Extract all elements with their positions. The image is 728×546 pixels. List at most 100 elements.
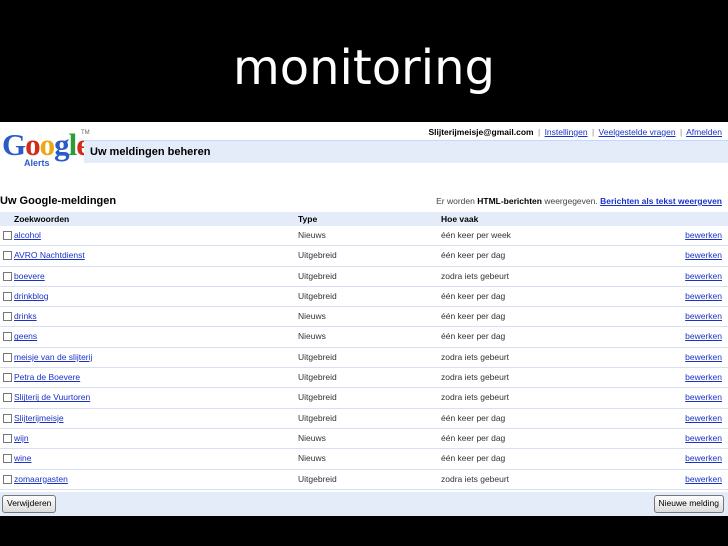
edit-link[interactable]: bewerken [685, 311, 722, 321]
alert-type: Uitgebreid [298, 473, 337, 484]
edit-link[interactable]: bewerken [685, 413, 722, 423]
logo-subtitle: Alerts [24, 158, 50, 168]
google-alerts-logo[interactable]: Google TM Alerts [2, 127, 90, 172]
alert-type: Nieuws [298, 311, 326, 322]
logo-letter: o [25, 127, 40, 162]
table-row: Slijterij de Vuurtoren Uitgebreid zodra ie… [0, 388, 728, 409]
alert-keyword-link[interactable]: boevere [14, 271, 45, 281]
row-checkbox[interactable] [3, 393, 12, 403]
edit-link[interactable]: bewerken [685, 474, 722, 484]
nav-separator: | [537, 127, 541, 137]
table-body: alcohol Nieuws één keer per week bewerken AV… [0, 226, 728, 490]
alert-keyword-link[interactable]: drinkblog [14, 291, 49, 301]
edit-link[interactable]: bewerken [685, 372, 722, 382]
table-row: AVRO Nachtdienst Uitgebreid één keer per d… [0, 246, 728, 267]
logo-letter: G [2, 127, 26, 162]
alert-frequency: zodra iets gebeurt [441, 473, 510, 484]
row-checkbox[interactable] [3, 474, 12, 484]
alert-frequency: één keer per dag [441, 290, 506, 301]
row-checkbox[interactable] [3, 251, 12, 261]
table-row: drinks Nieuws één keer per dag bewerken [0, 307, 728, 328]
alert-type: Uitgebreid [298, 250, 337, 261]
logo-trademark: TM [81, 130, 90, 136]
alert-keyword-link[interactable]: wijn [14, 433, 29, 443]
header-type: Type [298, 214, 318, 224]
logo-letter: o [39, 127, 55, 162]
alert-keyword-link[interactable]: alcohol [14, 230, 41, 240]
row-checkbox[interactable] [3, 231, 12, 240]
header-keywords: Zoekwoorden [14, 214, 70, 224]
footer-bar: Verwijderen Nieuwe melding [0, 492, 728, 516]
alert-keyword-link[interactable]: Slijterijmeisje [14, 413, 64, 423]
alert-frequency: één keer per dag [441, 453, 506, 464]
format-note: Er worden HTML-berichten weergegeven. Be… [436, 196, 722, 206]
edit-link[interactable]: bewerken [685, 230, 722, 240]
nav-separator: | [679, 127, 683, 137]
table-row: Petra de Boevere Uitgebreid zodra iets geb… [0, 368, 728, 389]
format-note-type: HTML-berichten [477, 196, 542, 206]
row-checkbox[interactable] [3, 413, 12, 423]
alert-type: Uitgebreid [298, 372, 337, 383]
alert-type: Nieuws [298, 432, 326, 443]
edit-link[interactable]: bewerken [685, 453, 722, 463]
alert-frequency: één keer per week [441, 230, 511, 240]
row-checkbox[interactable] [3, 271, 12, 281]
table-row: wijn Nieuws één keer per dag bewerken [0, 429, 728, 450]
row-checkbox[interactable] [3, 433, 12, 443]
header-frequency: Hoe vaak [441, 214, 479, 224]
alert-type: Uitgebreid [298, 290, 337, 301]
delete-button[interactable]: Verwijderen [2, 495, 57, 513]
row-checkbox[interactable] [3, 291, 12, 301]
table-header: Zoekwoorden Type Hoe vaak [0, 212, 728, 226]
section-title: Uw Google-meldingen [0, 195, 117, 207]
alert-keyword-link[interactable]: zomaargasten [14, 474, 68, 484]
alert-keyword-link[interactable]: wine [14, 453, 31, 463]
logo-letter: g [54, 127, 69, 162]
edit-link[interactable]: bewerken [685, 250, 722, 260]
row-checkbox[interactable] [3, 454, 12, 464]
slide-title: monitoring [232, 40, 496, 96]
text-format-link[interactable]: Berichten als tekst weergeven [600, 196, 722, 206]
row-checkbox[interactable] [3, 332, 12, 342]
table-row: wine Nieuws één keer per dag bewerken [0, 449, 728, 470]
edit-link[interactable]: bewerken [685, 352, 722, 362]
edit-link[interactable]: bewerken [685, 331, 722, 341]
edit-link[interactable]: bewerken [685, 392, 722, 402]
alert-frequency: zodra iets gebeurt [441, 392, 510, 403]
sign-out-link[interactable]: Afmelden [686, 127, 722, 137]
alert-type: Nieuws [298, 230, 326, 240]
page-title: Uw meldingen beheren [90, 146, 211, 158]
faq-link[interactable]: Veelgestelde vragen [599, 127, 676, 137]
user-email: Slijterijmeisje@gmail.com [428, 127, 534, 137]
alert-keyword-link[interactable]: Petra de Boevere [14, 372, 80, 382]
google-alerts-screenshot: Google TM Alerts Slijterijmeisje@gmail.c… [0, 122, 728, 516]
title-bar: Uw meldingen beheren [84, 140, 728, 163]
alert-type: Nieuws [298, 331, 326, 342]
format-note-prefix: Er worden [436, 196, 475, 206]
row-checkbox[interactable] [3, 352, 12, 362]
alert-keyword-link[interactable]: drinks [14, 311, 37, 321]
edit-link[interactable]: bewerken [685, 433, 722, 443]
settings-link[interactable]: Instellingen [545, 127, 588, 137]
alert-frequency: één keer per dag [441, 412, 506, 423]
alert-keyword-link[interactable]: geens [14, 331, 37, 341]
edit-link[interactable]: bewerken [685, 291, 722, 301]
alert-frequency: één keer per dag [441, 250, 506, 261]
alert-frequency: één keer per dag [441, 331, 506, 342]
table-row: alcohol Nieuws één keer per week bewerken [0, 226, 728, 247]
alert-frequency: één keer per dag [441, 432, 506, 443]
nav-separator: | [591, 127, 595, 137]
alert-type: Nieuws [298, 453, 326, 464]
edit-link[interactable]: bewerken [685, 271, 722, 281]
alert-type: Uitgebreid [298, 351, 337, 362]
alert-type: Uitgebreid [298, 270, 337, 281]
alert-keyword-link[interactable]: Slijterij de Vuurtoren [14, 392, 90, 402]
table-row: drinkblog Uitgebreid één keer per dag bewer… [0, 286, 728, 308]
alert-keyword-link[interactable]: AVRO Nachtdienst [14, 250, 85, 260]
row-checkbox[interactable] [3, 373, 12, 383]
format-note-suffix: weergegeven. [544, 196, 598, 206]
table-row: meisje van de slijterij Uitgebreid zodra i… [0, 348, 728, 369]
new-alert-button[interactable]: Nieuwe melding [653, 495, 724, 513]
row-checkbox[interactable] [3, 312, 12, 322]
alert-keyword-link[interactable]: meisje van de slijterij [14, 352, 92, 362]
